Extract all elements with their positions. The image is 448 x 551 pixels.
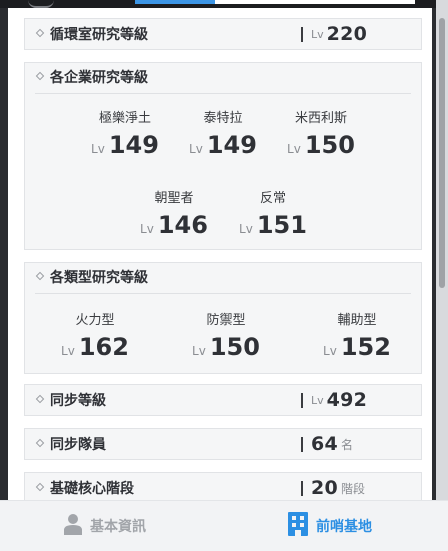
separator-bar <box>301 26 303 42</box>
nav-basic-info[interactable]: 基本資訊 <box>64 501 146 551</box>
type-value: 150 <box>209 333 260 361</box>
diamond-bullet-icon <box>35 482 45 492</box>
sync-members-row: 同步隊員 64 名 <box>24 428 422 460</box>
lv-label: Lv <box>140 222 154 236</box>
lv-label: Lv <box>323 344 337 358</box>
type-stat-attacker: 火力型 Lv 162 <box>40 311 150 361</box>
divider <box>35 293 411 294</box>
company-name: 泰特拉 <box>203 111 243 126</box>
type-name: 防禦型 <box>206 313 246 328</box>
separator-bar <box>301 436 303 452</box>
row-label: 同步等級 <box>35 385 106 417</box>
company-value: 149 <box>108 131 159 159</box>
active-tab-indicator <box>135 0 215 4</box>
company-name: 反常 <box>259 191 286 206</box>
sync-members-value: 64 <box>311 433 339 455</box>
lv-label: Lv <box>287 142 301 156</box>
lv-label: Lv <box>192 344 206 358</box>
row-label: 循環室研究等級 <box>35 19 148 51</box>
company-stat-pilgrim: 朝聖者 Lv 146 <box>119 189 229 239</box>
building-icon <box>288 512 308 540</box>
type-name: 火力型 <box>75 313 115 328</box>
core-stage-value: 20 <box>311 477 339 499</box>
nav-outpost[interactable]: 前哨基地 <box>288 501 372 551</box>
diamond-bullet-icon <box>35 28 45 38</box>
row-value: Lv 492 <box>301 385 367 415</box>
company-stat-missilis: 米西利斯 Lv 150 <box>266 109 376 159</box>
lv-label: Lv <box>239 222 253 236</box>
top-tab-bar <box>0 0 448 8</box>
nav-outpost-label: 前哨基地 <box>316 519 372 535</box>
company-name: 米西利斯 <box>294 111 347 126</box>
person-icon <box>64 513 82 539</box>
card-title: 各類型研究等級 <box>35 263 148 293</box>
company-stat-abnormal: 反常 Lv 151 <box>218 189 328 239</box>
company-value: 151 <box>256 211 307 239</box>
row-value: Lv 220 <box>301 19 367 49</box>
company-value: 146 <box>157 211 208 239</box>
type-name: 輔助型 <box>337 313 377 328</box>
diamond-bullet-icon <box>35 394 45 404</box>
lv-label: Lv <box>91 142 105 156</box>
circulation-value: 220 <box>326 23 368 45</box>
bottom-nav: 基本資訊 前哨基地 <box>0 500 448 551</box>
diamond-bullet-icon <box>35 71 45 81</box>
company-value: 149 <box>206 131 257 159</box>
unit-label: 名 <box>341 437 354 452</box>
company-name: 朝聖者 <box>154 191 194 206</box>
type-stat-supporter: 輔助型 Lv 152 <box>302 311 412 361</box>
row-label: 基礎核心階段 <box>35 473 134 500</box>
type-value: 152 <box>340 333 391 361</box>
lv-label: Lv <box>311 27 324 41</box>
sync-level-row: 同步等級 Lv 492 <box>24 384 422 416</box>
core-stage-row: 基礎核心階段 20 階段 <box>24 472 422 500</box>
header-corner-ornament <box>28 0 54 8</box>
sync-level-value: 492 <box>326 389 368 411</box>
company-stat-elysion: 極樂淨土 Lv 149 <box>70 109 180 159</box>
nav-basic-label: 基本資訊 <box>90 519 146 535</box>
lv-label: Lv <box>61 344 75 358</box>
type-value: 162 <box>78 333 129 361</box>
diamond-bullet-icon <box>35 271 45 281</box>
row-label: 同步隊員 <box>35 429 106 461</box>
tab-strip <box>215 0 415 4</box>
type-levels-card: 各類型研究等級 火力型 Lv 162 防禦型 Lv 150 輔助型 Lv 152 <box>24 262 422 374</box>
company-name: 極樂淨土 <box>98 111 151 126</box>
separator-bar <box>301 392 303 408</box>
row-value: 20 階段 <box>301 473 365 500</box>
company-levels-card: 各企業研究等級 極樂淨土 Lv 149 泰特拉 Lv 149 米西利斯 Lv 150 … <box>24 62 422 250</box>
type-stat-defender: 防禦型 Lv 150 <box>171 311 281 361</box>
company-stat-tetra: 泰特拉 Lv 149 <box>168 109 278 159</box>
diamond-bullet-icon <box>35 438 45 448</box>
divider <box>35 93 411 94</box>
circulation-level-row: 循環室研究等級 Lv 220 <box>24 18 422 50</box>
row-value: 64 名 <box>301 429 353 459</box>
card-title: 各企業研究等級 <box>35 63 148 93</box>
scrollbar-thumb[interactable] <box>439 18 445 288</box>
lv-label: Lv <box>311 393 324 407</box>
unit-label: 階段 <box>341 481 366 496</box>
separator-bar <box>301 480 303 496</box>
stats-panel: 循環室研究等級 Lv 220 各企業研究等級 極樂淨土 Lv 149 泰特拉 Lv… <box>8 8 432 500</box>
lv-label: Lv <box>189 142 203 156</box>
company-value: 150 <box>304 131 355 159</box>
